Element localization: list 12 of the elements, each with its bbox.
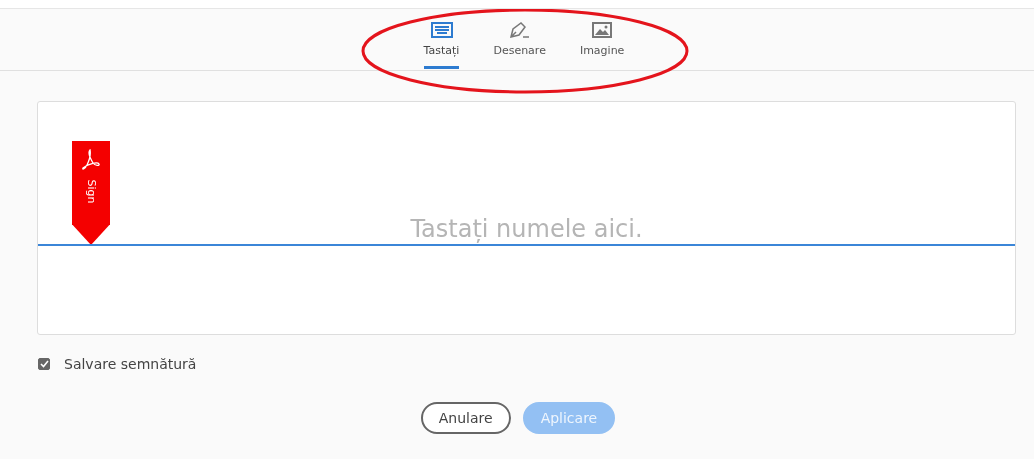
sign-tag: Sign bbox=[72, 141, 110, 245]
image-icon bbox=[592, 21, 613, 39]
tab[interactable]: Desenare bbox=[493, 21, 546, 69]
checkbox-label: Salvare semnătură bbox=[64, 356, 197, 372]
pen-icon bbox=[508, 21, 531, 39]
acrobat-icon bbox=[81, 149, 101, 171]
checkbox[interactable] bbox=[38, 358, 50, 370]
cancel-button[interactable]: Anulare bbox=[420, 402, 511, 434]
tab[interactable]: Tastați bbox=[423, 21, 460, 69]
keyboard-icon bbox=[430, 21, 453, 39]
name-input-field[interactable]: Tastați numele aici. bbox=[38, 215, 1015, 246]
tab[interactable]: Imagine bbox=[579, 21, 625, 69]
